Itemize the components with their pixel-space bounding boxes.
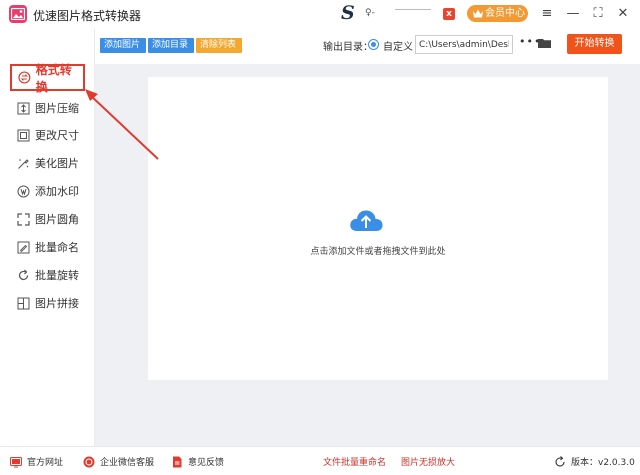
watermark-icon xyxy=(17,185,30,197)
official-website-link[interactable]: 官方网址 xyxy=(10,455,63,468)
sidebar-item-format-convert[interactable]: 格式转换 xyxy=(10,63,85,94)
output-path-input[interactable] xyxy=(415,35,513,54)
sidebar-item-rename[interactable]: 批量命名 xyxy=(17,237,79,257)
version-info[interactable]: 版本：v2.0.3.0 xyxy=(554,455,635,468)
rotate-icon xyxy=(18,269,29,280)
sidebar-item-resize[interactable]: 更改尺寸 xyxy=(17,125,79,145)
custom-radio[interactable] xyxy=(368,39,379,50)
cloud-upload-icon xyxy=(350,210,383,231)
stitch-icon xyxy=(17,297,30,309)
sidebar: 格式转换 图片压缩 更改尺寸 美化图片 添加水印 图片圆角 批量命名 批量旋转 … xyxy=(0,28,95,446)
rename-icon xyxy=(17,241,30,253)
drop-hint: 点击添加文件或者拖拽文件到此处 xyxy=(310,247,446,257)
wechat-icon xyxy=(83,456,95,467)
sidebar-item-compress[interactable]: 图片压缩 xyxy=(17,98,79,118)
resize-icon xyxy=(17,129,30,141)
sidebar-item-round-corner[interactable]: 图片圆角 xyxy=(17,209,79,229)
maximize-icon[interactable]: ⛶ xyxy=(588,4,608,24)
round-corner-icon xyxy=(17,212,30,226)
minimize-icon[interactable]: — xyxy=(563,4,583,24)
lossless-enlarge-link[interactable]: 图片无损放大 xyxy=(401,455,455,468)
format-convert-icon xyxy=(18,71,31,84)
toolbar: 添加图片 添加目录 清除列表 输出目录： 自定义 ••• 开始转换 xyxy=(95,28,640,64)
crown-icon xyxy=(473,9,483,18)
start-convert-button[interactable]: 开始转换 xyxy=(567,34,622,54)
brand-logo: S ♀- xyxy=(341,2,375,24)
vip-center-button[interactable]: 会员中心 xyxy=(467,5,528,22)
beautify-icon xyxy=(18,158,29,169)
app-title: 优速图片格式转换器 xyxy=(33,9,142,23)
wechat-support-link[interactable]: 企业微信客服 xyxy=(83,455,154,468)
add-image-button[interactable]: 添加图片 xyxy=(100,38,146,53)
feedback-icon xyxy=(173,456,182,467)
add-folder-button[interactable]: 添加目录 xyxy=(148,38,194,53)
batch-rename-link[interactable]: 文件批量重命名 xyxy=(323,455,386,468)
title-bar: 优速图片格式转换器 S ♀- x 会员中心 ≡ — ⛶ ✕ xyxy=(0,0,640,28)
compress-icon xyxy=(17,102,30,114)
folder-icon[interactable] xyxy=(538,38,551,48)
website-icon xyxy=(10,456,22,467)
refresh-icon xyxy=(555,455,565,467)
sidebar-item-watermark[interactable]: 添加水印 xyxy=(17,181,79,201)
app-logo-icon xyxy=(9,5,27,23)
sidebar-item-beautify[interactable]: 美化图片 xyxy=(17,153,79,173)
title-divider xyxy=(395,9,431,10)
promo-x-icon[interactable]: x xyxy=(443,8,455,20)
feedback-link[interactable]: 意见反馈 xyxy=(171,455,224,468)
workspace: 点击添加文件或者拖拽文件到此处 xyxy=(95,64,640,446)
output-dir-label: 输出目录： xyxy=(323,42,373,53)
sidebar-item-stitch[interactable]: 图片拼接 xyxy=(17,293,79,313)
sidebar-item-rotate[interactable]: 批量旋转 xyxy=(17,265,79,285)
close-icon[interactable]: ✕ xyxy=(613,4,633,24)
clear-list-button[interactable]: 清除列表 xyxy=(196,38,242,53)
footer: 官方网址 企业微信客服 意见反馈 文件批量重命名 图片无损放大 版本：v2.0.… xyxy=(0,446,640,475)
menu-icon[interactable]: ≡ xyxy=(537,4,557,24)
custom-radio-label: 自定义 xyxy=(383,42,413,53)
file-drop-zone[interactable]: 点击添加文件或者拖拽文件到此处 xyxy=(148,77,608,380)
